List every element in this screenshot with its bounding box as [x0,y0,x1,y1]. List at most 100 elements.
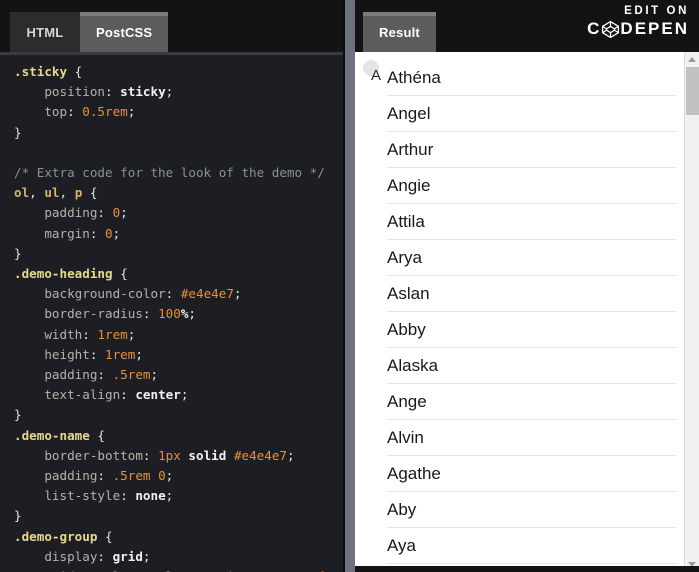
list-item: Aslan [387,276,676,312]
code-token: : [142,447,159,463]
code-token: border-bottom [14,447,143,463]
code-token: 1rem [97,326,128,342]
codepen-wordmark: C DEPEN [587,19,689,39]
code-token: list-style [14,488,121,504]
code-token: .demo-heading [14,266,113,282]
code-token: background-color [14,286,166,302]
code-token: } [14,124,22,140]
codepen-embed: HTML PostCSS .sticky { position: sticky;… [0,0,699,572]
code-token: ; [127,326,136,342]
codepen-word-suffix: DEPEN [620,19,689,38]
code-token: .sticky [14,64,68,79]
group-letter-badge: A [363,60,381,84]
result-iframe: A Athéna Angel Arthur Angie Attila Arya Aslan A… [355,52,699,572]
code-token: padding [14,468,98,484]
chevron-up-icon [688,57,696,62]
code-token: ul [44,185,60,201]
code-token: ; [135,346,143,362]
list-item: Attila [387,204,676,240]
result-scroll-area[interactable]: A Athéna Angel Arthur Angie Attila Arya Aslan A… [355,52,684,572]
code-token: #e4e4e7 [180,286,234,302]
code-token: 1px [158,447,181,463]
code-token: border-radius [14,306,143,322]
code-token: ; [287,447,295,463]
code-token: ; [127,104,136,120]
postcss-source-code[interactable]: .sticky { position: sticky; top: 0.5rem;… [0,52,343,572]
code-token: center [135,387,181,403]
scrollbar-track[interactable] [685,67,699,557]
code-token: : [120,387,136,403]
list-item: Ange [387,384,676,420]
list-item: Agathe [387,456,676,492]
code-token: : [165,286,181,302]
code-token: : [105,84,121,100]
code-token: .5rem 0 [112,468,166,484]
list-item: Aby [387,492,676,528]
code-token: } [14,407,22,423]
code-token: padding [14,367,98,383]
code-token: .5rem [112,367,151,383]
name-list: Athéna Angel Arthur Angie Attila Arya Aslan Abb… [387,60,676,572]
editor-pane: HTML PostCSS .sticky { position: sticky;… [0,0,343,572]
scrollbar-thumb[interactable] [685,67,699,115]
code-token: none [135,488,166,504]
tab-postcss[interactable]: PostCSS [80,12,169,52]
code-token: ; [188,306,197,322]
scroll-up-button[interactable] [685,52,699,67]
list-item: Athéna [387,60,676,96]
editor-top-divider [0,52,343,55]
code-token: /* Extra code for the look of the demo *… [14,165,325,181]
code-token: ; [165,84,174,100]
code-token: { [97,528,113,544]
code-token: position [14,84,105,100]
code-token: solid [188,447,227,463]
code-token: : [97,367,113,383]
codepen-word-prefix: C [587,19,602,38]
code-token: : [82,326,98,342]
code-token: { [112,266,128,282]
pane-divider-handle[interactable] [343,0,355,572]
code-token: , [29,185,45,201]
result-scrollbar[interactable] [684,52,699,572]
code-token: : [97,205,113,221]
code-editor[interactable]: .sticky { position: sticky; top: 0.5rem;… [0,52,343,572]
code-token: : [67,104,83,120]
code-token: { [67,64,83,79]
list-item: Alvin [387,420,676,456]
code-token: : [89,346,105,362]
code-token: ; [120,205,128,221]
code-token: : [89,225,105,241]
list-item: Arya [387,240,676,276]
code-token: ol [14,185,30,201]
code-token: : [97,468,113,484]
code-token: sticky [120,84,166,100]
code-token: ; [150,367,159,383]
code-token: { [82,185,98,201]
code-token: ; [112,225,121,241]
edit-on-codepen-link[interactable]: EDIT ON C DEPEN [587,4,689,39]
code-token: .demo-name [14,427,90,443]
code-token: ; [233,286,242,302]
code-token: padding [14,205,98,221]
code-token: } [14,508,22,524]
code-token: } [14,245,22,261]
demo-group: A Athéna Angel Arthur Angie Attila Arya Aslan A… [363,60,676,572]
codepen-logo-icon [601,20,620,39]
editor-tabbar: HTML PostCSS [0,0,343,52]
code-token: top [14,104,68,120]
code-token: : [97,548,113,564]
code-token: ; [165,488,174,504]
code-token: 0.5rem [82,104,128,120]
code-token: 100 [158,306,181,322]
code-token: ; [142,548,151,564]
code-token: , [59,185,75,201]
list-item: Aya [387,528,676,564]
tab-result[interactable]: Result [363,12,436,52]
code-token: margin [14,225,90,241]
code-token: .demo-group [14,528,98,544]
list-item: Angel [387,96,676,132]
tab-html[interactable]: HTML [10,12,80,52]
code-token: { [89,427,105,443]
code-token: ; [180,387,189,403]
list-item: Alaska [387,348,676,384]
